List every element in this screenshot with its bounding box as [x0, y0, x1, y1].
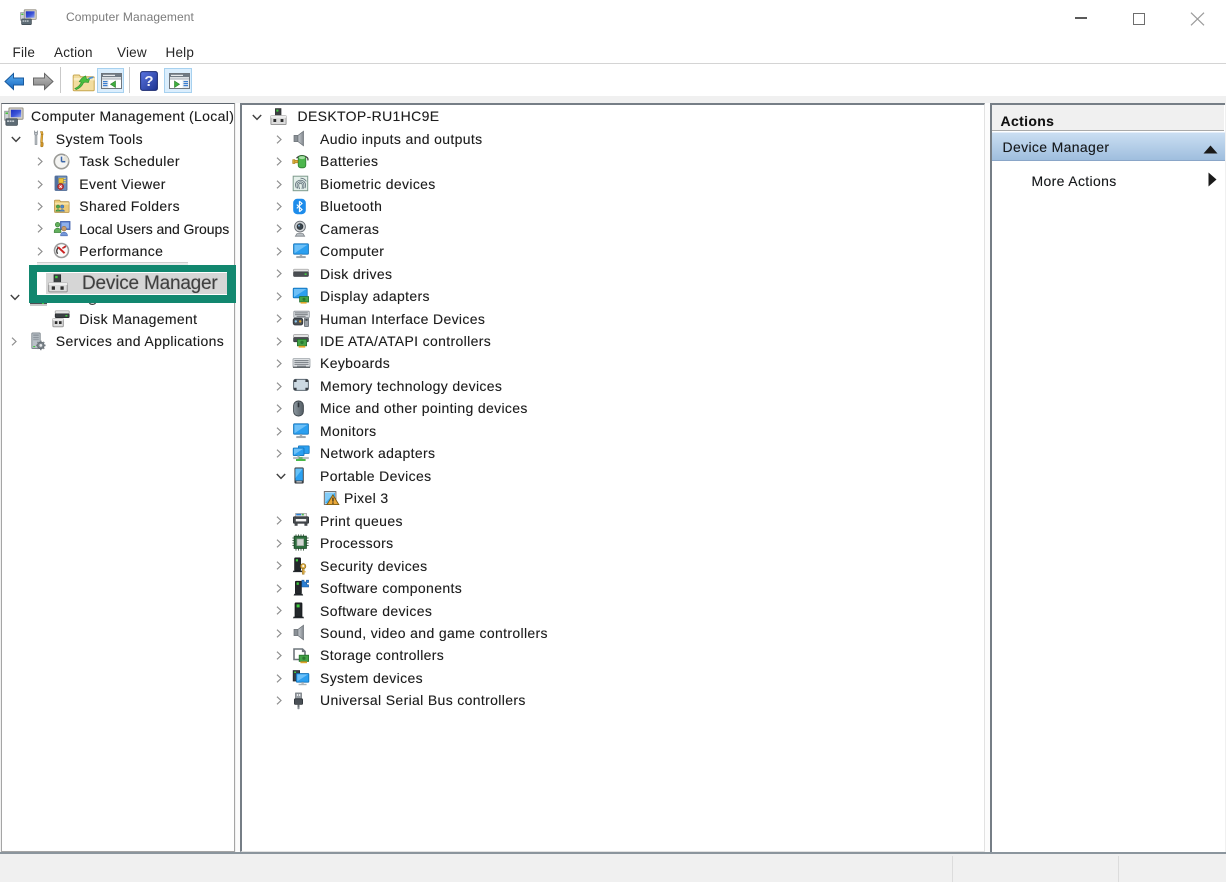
svg-text:?: ? [144, 73, 153, 90]
